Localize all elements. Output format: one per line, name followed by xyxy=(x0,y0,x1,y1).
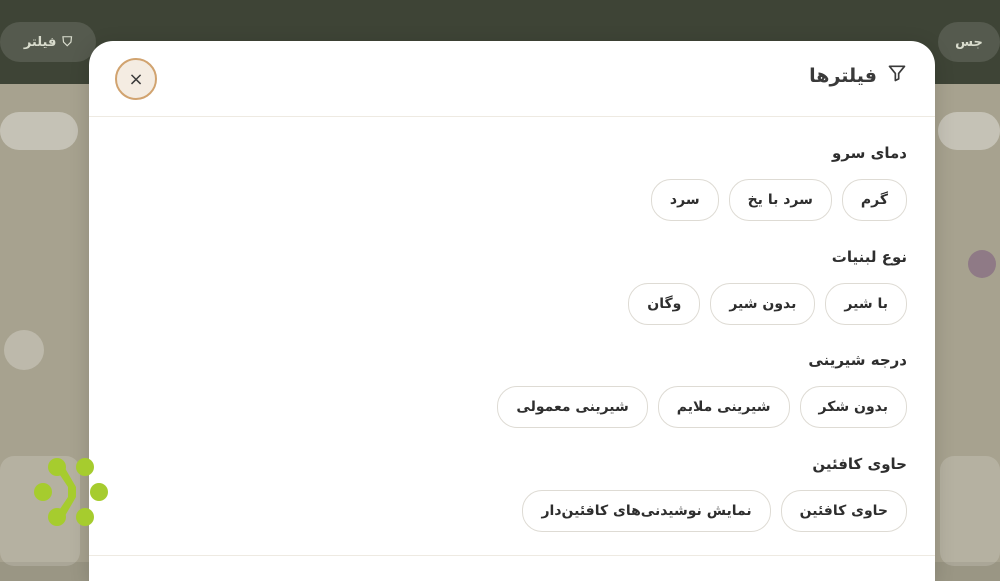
option-chip[interactable]: شیرینی ملایم xyxy=(657,386,790,428)
modal-header: فیلترها × xyxy=(89,41,935,117)
filter-section-caffeine: حاوی کافئین حاوی کافئین نمایش نوشیدنی‌ها… xyxy=(117,452,907,532)
option-group: حاوی کافئین نمایش نوشیدنی‌های کافئین‌دار xyxy=(117,490,907,532)
option-group: با شیر بدون شیر وگان xyxy=(117,283,907,325)
background-category-chip xyxy=(938,112,1000,150)
filter-section-sweetness: درجه شیرینی بدون شکر شیرینی ملایم شیرینی… xyxy=(117,348,907,428)
option-chip[interactable]: نمایش نوشیدنی‌های کافئین‌دار xyxy=(522,490,771,532)
section-title: درجه شیرینی xyxy=(808,351,907,369)
option-chip[interactable]: شیرینی معمولی xyxy=(497,386,648,428)
option-chip[interactable]: بدون شکر xyxy=(799,386,907,428)
filter-section-dairy-type: نوع لبنیات با شیر بدون شیر وگان xyxy=(117,245,907,325)
background-search: جس xyxy=(938,22,1000,62)
option-group: گرم سرد با یخ سرد xyxy=(117,179,907,221)
close-icon: × xyxy=(128,68,144,90)
option-group: بدون شکر شیرینی ملایم شیرینی معمولی xyxy=(117,386,907,428)
section-title: نوع لبنیات xyxy=(831,248,907,266)
option-chip[interactable]: گرم xyxy=(841,179,907,221)
background-filter-button: فیلتر ⛉ xyxy=(0,22,96,62)
section-title: حاوی کافئین xyxy=(812,455,907,473)
option-chip[interactable]: سرد xyxy=(650,179,719,221)
option-chip[interactable]: بدون شیر xyxy=(710,283,816,325)
option-chip[interactable]: وگان xyxy=(628,283,701,325)
brand-logo-icon xyxy=(34,458,108,526)
background-avatar xyxy=(4,330,44,370)
filters-modal: فیلترها × دمای سرو گرم سرد با یخ سرد نوع… xyxy=(89,41,935,581)
filter-icon xyxy=(887,63,907,88)
close-button[interactable]: × xyxy=(115,58,157,100)
background-category-chip xyxy=(0,112,78,150)
filter-icon: ⛉ xyxy=(62,34,73,50)
section-title: دمای سرو xyxy=(832,144,907,162)
background-search-label: جس xyxy=(955,34,983,50)
modal-title: فیلترها xyxy=(809,64,877,87)
option-chip[interactable]: سرد با یخ xyxy=(728,179,832,221)
background-product-card xyxy=(940,456,1000,566)
filter-section-serving-temperature: دمای سرو گرم سرد با یخ سرد xyxy=(117,141,907,221)
background-avatar xyxy=(968,250,996,278)
option-chip[interactable]: حاوی کافئین xyxy=(780,490,907,532)
background-filter-label: فیلتر xyxy=(23,34,57,50)
modal-title-group: فیلترها xyxy=(809,63,907,88)
option-chip[interactable]: با شیر xyxy=(825,283,907,325)
modal-footer-divider xyxy=(89,555,935,556)
